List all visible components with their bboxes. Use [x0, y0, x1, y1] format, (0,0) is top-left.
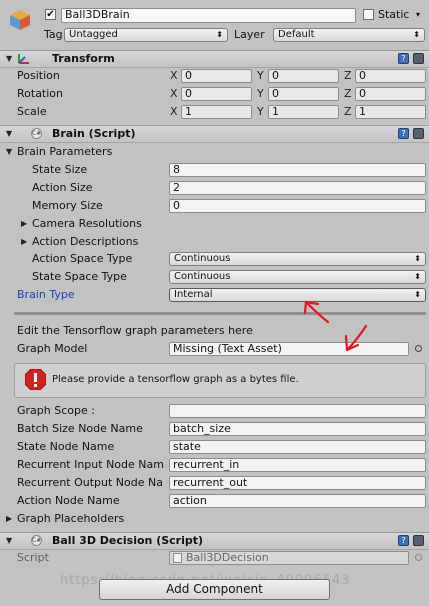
annotation-arrow-right — [344, 324, 368, 352]
annotation-arrow-left — [303, 300, 330, 324]
annotation-arrows — [303, 300, 368, 352]
